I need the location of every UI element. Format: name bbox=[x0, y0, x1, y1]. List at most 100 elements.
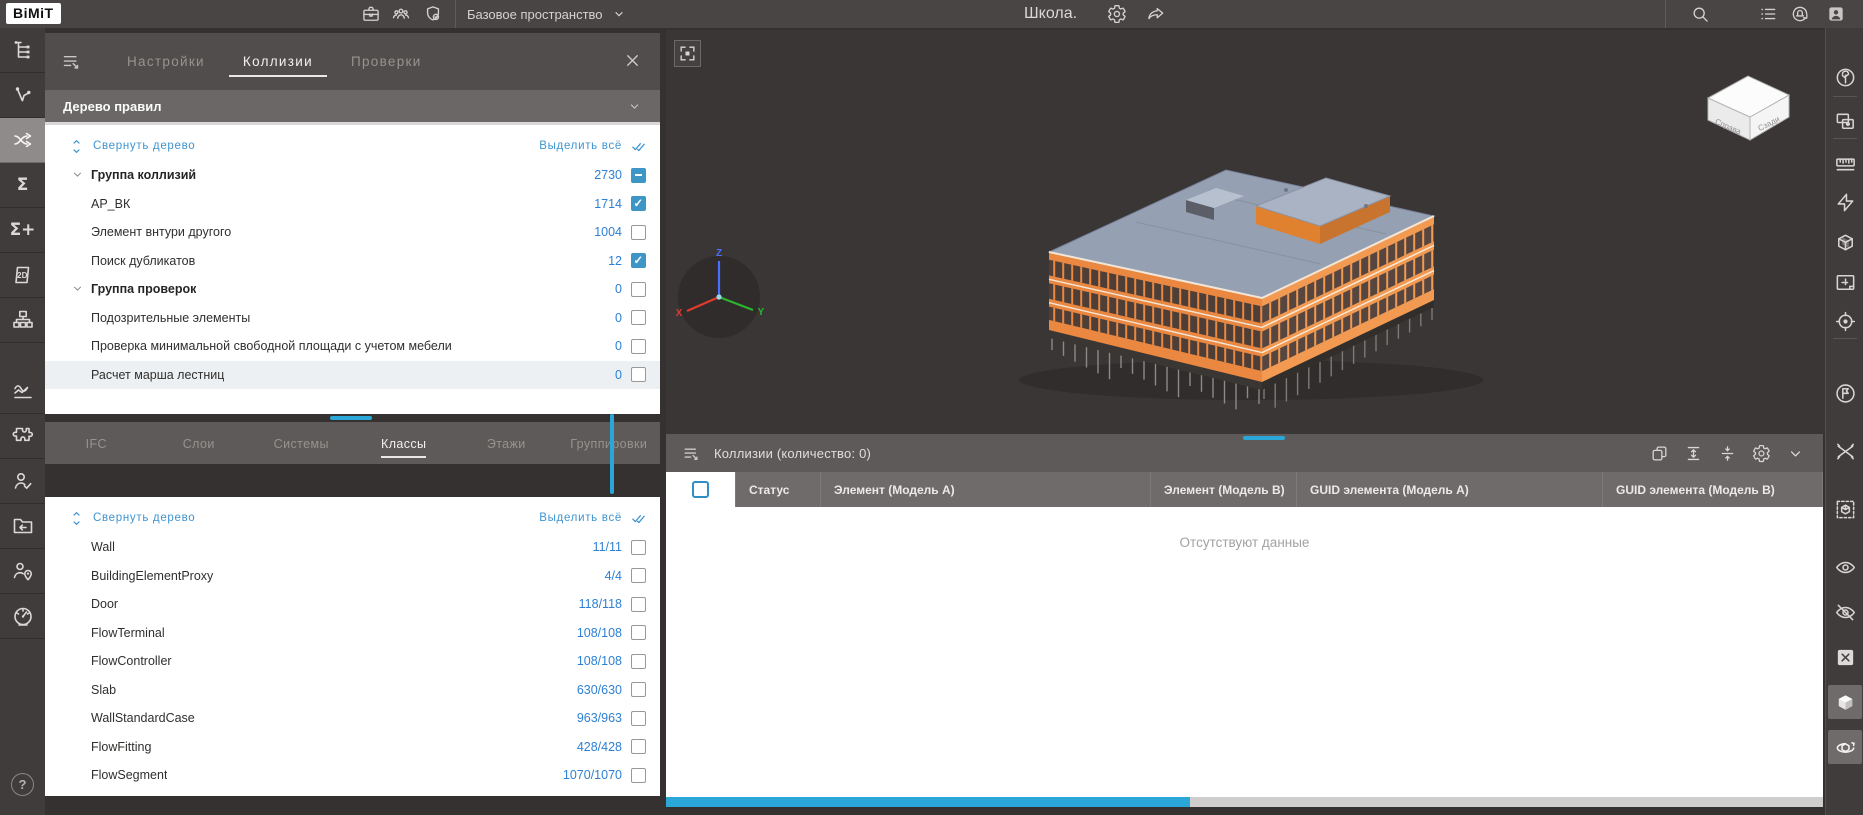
tree-row-checkbox[interactable] bbox=[631, 682, 646, 697]
rail-button-dashboard-gauge[interactable] bbox=[0, 594, 45, 639]
rail-button-plugins-puzzle[interactable] bbox=[0, 414, 45, 459]
rail-button-sum-plus[interactable]: Σ+ bbox=[0, 208, 45, 253]
tree-row[interactable]: WallStandardCase963/963 bbox=[45, 704, 660, 733]
rail-button-model-tree[interactable] bbox=[0, 28, 45, 73]
horizontal-scrollbar-track[interactable] bbox=[666, 797, 1823, 807]
tool-solid-cube[interactable] bbox=[1828, 685, 1862, 719]
tree-row[interactable]: Расчет марша лестниц0 bbox=[45, 361, 660, 390]
tab-проверки[interactable]: Проверки bbox=[337, 46, 436, 77]
3d-scene[interactable]: Z Y X Справа Сзади bbox=[666, 30, 1825, 434]
axis-gizmo[interactable]: Z Y X bbox=[676, 248, 765, 338]
column-header[interactable]: Элемент (Модель B) bbox=[1151, 472, 1297, 507]
tree-row[interactable]: Door118/118 bbox=[45, 590, 660, 619]
table-settings-gear-icon[interactable] bbox=[1752, 444, 1771, 463]
tree-row-checkbox[interactable] bbox=[631, 568, 646, 583]
tree-row[interactable]: FlowController108/108 bbox=[45, 647, 660, 676]
tree-row-checkbox[interactable] bbox=[631, 253, 646, 268]
search-icon[interactable] bbox=[1690, 4, 1710, 24]
rail-button-select-graph[interactable] bbox=[0, 73, 45, 118]
expand-rows-icon[interactable] bbox=[1684, 444, 1703, 463]
rail-button-2d-view[interactable]: 2D bbox=[0, 253, 45, 298]
share-icon[interactable] bbox=[1146, 4, 1166, 24]
notifications-sync-icon[interactable] bbox=[1790, 4, 1810, 24]
panel-vertical-scrollbar[interactable] bbox=[610, 414, 614, 494]
tab-этажи[interactable]: Этажи bbox=[455, 430, 558, 464]
tree-row[interactable]: Поиск дубликатов12 bbox=[45, 247, 660, 276]
tree-row-checkbox[interactable] bbox=[631, 310, 646, 325]
collapse-tree-link[interactable]: Свернуть дерево bbox=[93, 140, 195, 152]
panel-menu-icon[interactable] bbox=[61, 51, 82, 72]
rail-button-collisions[interactable] bbox=[0, 118, 45, 163]
tree-row-checkbox[interactable] bbox=[631, 768, 646, 783]
collapse-panel-chevron-icon[interactable] bbox=[1786, 444, 1805, 463]
tab-системы[interactable]: Системы bbox=[250, 430, 353, 464]
tree-row[interactable]: FlowFitting428/428 bbox=[45, 733, 660, 762]
tree-row[interactable]: Элемент внтури другого1004 bbox=[45, 218, 660, 247]
tree-row[interactable]: Slab630/630 bbox=[45, 676, 660, 705]
chevron-down-icon[interactable] bbox=[71, 282, 91, 296]
column-header[interactable]: Статус bbox=[736, 472, 821, 507]
tree-row-checkbox[interactable] bbox=[631, 711, 646, 726]
horizontal-scrollbar-thumb[interactable] bbox=[666, 797, 1190, 807]
tree-row-checkbox[interactable] bbox=[631, 196, 646, 211]
tree-row[interactable]: АР_ВК1714 bbox=[45, 190, 660, 219]
tree-row[interactable]: Wall11/11 bbox=[45, 533, 660, 562]
select-all-link[interactable]: Выделить всё bbox=[539, 512, 622, 524]
tool-measure-ruler[interactable] bbox=[1828, 145, 1862, 179]
tree-row[interactable]: Подозрительные элементы0 bbox=[45, 304, 660, 333]
tree-row-checkbox[interactable] bbox=[631, 282, 646, 297]
chevron-down-icon[interactable] bbox=[71, 168, 91, 182]
rail-button-user-check[interactable] bbox=[0, 459, 45, 504]
rail-button-sum[interactable]: Σ bbox=[0, 163, 45, 208]
tool-environment-tree[interactable] bbox=[1828, 60, 1862, 94]
collapse-tree-icon[interactable] bbox=[69, 139, 84, 154]
collapse-rows-icon[interactable] bbox=[1718, 444, 1737, 463]
tree-row[interactable]: FlowSegment1070/1070 bbox=[45, 761, 660, 790]
list-menu-icon[interactable] bbox=[1758, 4, 1778, 24]
tree-row-checkbox[interactable] bbox=[631, 597, 646, 612]
tab-группировки[interactable]: Группировки bbox=[558, 430, 661, 464]
nav-cube[interactable]: Справа Сзади bbox=[1708, 76, 1789, 140]
tool-section-box[interactable] bbox=[1828, 225, 1862, 259]
rail-button-structure[interactable] bbox=[0, 298, 45, 343]
tool-orbit-cube[interactable] bbox=[1828, 730, 1862, 764]
tab-слои[interactable]: Слои bbox=[148, 430, 251, 464]
tool-clash-lines[interactable] bbox=[1828, 434, 1862, 468]
column-header[interactable]: GUID элемента (Модель A) bbox=[1297, 472, 1603, 507]
double-check-icon[interactable] bbox=[631, 511, 646, 526]
tree-row[interactable]: BuildingElementProxy4/4 bbox=[45, 562, 660, 591]
user-profile-icon[interactable] bbox=[1826, 4, 1846, 24]
tool-hide-eye[interactable] bbox=[1828, 595, 1862, 629]
fit-view-button[interactable] bbox=[674, 40, 701, 67]
close-icon[interactable] bbox=[623, 51, 642, 70]
tab-классы[interactable]: Классы bbox=[353, 430, 456, 464]
tab-ifc[interactable]: IFC bbox=[45, 430, 148, 464]
collapse-tree-link[interactable]: Свернуть дерево bbox=[93, 512, 195, 524]
select-all-link[interactable]: Выделить всё bbox=[539, 140, 622, 152]
tree-group-row[interactable]: Группа проверок0 bbox=[45, 275, 660, 304]
settings-gear-icon[interactable] bbox=[1107, 4, 1127, 24]
tree-row-checkbox[interactable] bbox=[631, 540, 646, 555]
tab-настройки[interactable]: Настройки bbox=[113, 46, 219, 77]
tree-row-checkbox[interactable] bbox=[631, 168, 646, 183]
rail-button-folder-import[interactable] bbox=[0, 504, 45, 549]
tree-row-checkbox[interactable] bbox=[631, 367, 646, 382]
3d-viewport[interactable]: Z Y X Справа Сзади bbox=[666, 30, 1825, 434]
rail-button-charts[interactable] bbox=[0, 369, 45, 414]
tree-row[interactable]: FlowTerminal108/108 bbox=[45, 619, 660, 648]
tree-row-checkbox[interactable] bbox=[631, 654, 646, 669]
tool-selection-frames[interactable] bbox=[1828, 104, 1862, 138]
tool-clear-box[interactable] bbox=[1828, 640, 1862, 674]
tool-show-eye[interactable] bbox=[1828, 550, 1862, 584]
double-check-icon[interactable] bbox=[631, 139, 646, 154]
tool-isolate-box[interactable] bbox=[1828, 492, 1862, 526]
users-group-icon[interactable] bbox=[391, 4, 411, 24]
tool-clash-flash[interactable] bbox=[1828, 185, 1862, 219]
tree-row-checkbox[interactable] bbox=[631, 739, 646, 754]
tree-row[interactable]: Проверка минимальной свободной площади с… bbox=[45, 332, 660, 361]
column-header[interactable]: GUID элемента (Модель B) bbox=[1603, 472, 1823, 507]
tool-locate-target[interactable] bbox=[1828, 304, 1862, 338]
column-header[interactable]: Элемент (Модель A) bbox=[821, 472, 1151, 507]
tree-group-row[interactable]: Группа коллизий2730 bbox=[45, 161, 660, 190]
tree-row-checkbox[interactable] bbox=[631, 339, 646, 354]
